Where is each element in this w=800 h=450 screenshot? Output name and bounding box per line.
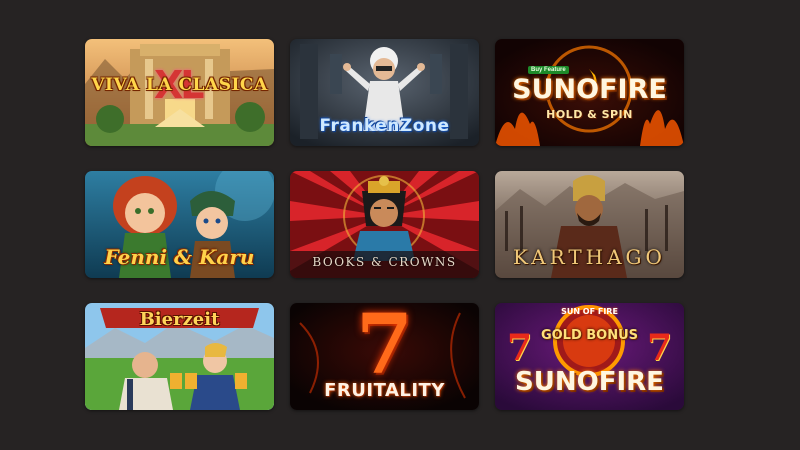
game-tile-bierzeit[interactable]: Bierzeit [85, 303, 274, 410]
game-tile-frankenzone[interactable]: FrankenZone [290, 39, 479, 146]
sun-of-fire-artwork [495, 39, 684, 146]
game-tile-sun-of-fire[interactable]: Buy Feature SUNOFIRE HOLD & SPIN [495, 39, 684, 146]
karthago-artwork [495, 171, 684, 278]
xl-mark: XL [154, 63, 204, 107]
game-tile-books-crowns[interactable]: BOOKS & CROWNS [290, 171, 479, 278]
game-tile-fenni-karu[interactable]: Fenni & Karu [85, 171, 274, 278]
game-lobby-page: XL VIVA LA CLASICA FrankenZone Buy Featu… [0, 0, 800, 450]
fruitality-artwork [290, 303, 479, 410]
fenni-karu-artwork [85, 171, 274, 278]
game-tile-viva-la-clasica[interactable]: XL VIVA LA CLASICA [85, 39, 274, 146]
buy-feature-badge: Buy Feature [528, 66, 569, 74]
gold-bonus-artwork [495, 303, 684, 410]
books-crowns-artwork [290, 171, 479, 278]
frankenzone-artwork [290, 39, 479, 146]
game-grid: XL VIVA LA CLASICA FrankenZone Buy Featu… [85, 39, 684, 410]
game-tile-fruitality[interactable]: 7 FRUITALITY [290, 303, 479, 410]
game-tile-sun-of-fire-gold-bonus[interactable]: 7 7 SUN OF FIRE GOLD BONUS SUNOFIRE [495, 303, 684, 410]
bierzeit-artwork [85, 303, 274, 410]
game-tile-karthago[interactable]: KARTHAGO [495, 171, 684, 278]
